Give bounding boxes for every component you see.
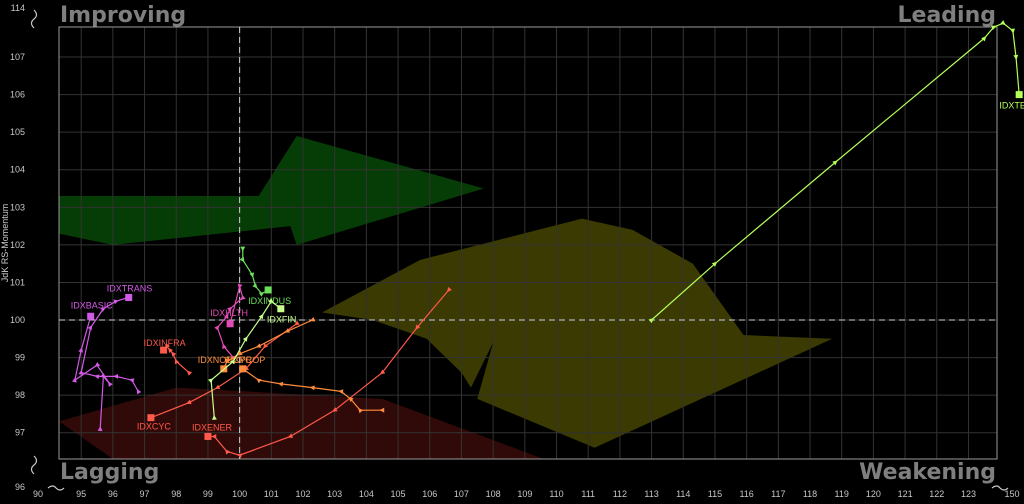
series-label: IDXFIN: [267, 315, 297, 325]
x-tick-label: 120: [866, 489, 881, 499]
series-head-marker: [1015, 91, 1023, 99]
x-tick-label: 122: [929, 489, 944, 499]
x-tick-label: 114: [676, 489, 690, 499]
x-tick-label: 113: [644, 489, 658, 499]
y-tick-label: 98: [15, 390, 25, 400]
x-tick-label: 90: [33, 489, 43, 499]
series-head-marker: [125, 293, 133, 301]
x-tick-label: 109: [517, 489, 532, 499]
series-label: IDXNONCYC: [198, 355, 253, 365]
x-tick-label: 104: [359, 489, 374, 499]
x-tick-label: 106: [422, 489, 437, 499]
series-head-marker: [264, 286, 272, 294]
x-tick-label: 123: [961, 489, 976, 499]
x-tick-label: 115: [708, 489, 722, 499]
x-tick-label: 97: [140, 489, 150, 499]
x-tick-label: 95: [76, 489, 86, 499]
x-tick-label: 100: [232, 489, 247, 499]
x-tick-label: 105: [391, 489, 406, 499]
x-tick-label: 99: [203, 489, 213, 499]
series-label: IDXENER: [192, 422, 233, 432]
y-tick-label: 106: [10, 90, 25, 100]
y-tick-label: 99: [15, 353, 25, 363]
x-tick-label: 121: [898, 489, 913, 499]
quadrant-improving: Improving: [60, 3, 186, 28]
x-tick-label: 101: [264, 489, 279, 499]
x-tick-label: 150: [1004, 489, 1019, 499]
quadrant-leading: Leading: [898, 3, 996, 28]
series-label: IDXTECH: [999, 101, 1024, 111]
y-tick-label: 102: [10, 240, 25, 250]
series-head-marker: [239, 365, 247, 373]
series-label: IDXHLTH: [210, 308, 248, 318]
y-tick-label: 96: [15, 482, 25, 492]
x-tick-label: 103: [327, 489, 342, 499]
series-head-marker: [226, 320, 234, 328]
y-axis-label: JdK RS-Momentum: [0, 204, 10, 283]
x-tick-label: 112: [613, 489, 627, 499]
x-tick-label: 96: [108, 489, 118, 499]
series-head-marker: [87, 312, 95, 320]
x-tick-label: 117: [771, 489, 785, 499]
x-tick-label: 98: [171, 489, 181, 499]
series-label: IDXINFRA: [144, 338, 186, 348]
x-tick-label: 118: [803, 489, 817, 499]
x-tick-label: 108: [486, 489, 501, 499]
series-head-marker: [277, 305, 285, 313]
series-head-marker: [147, 414, 155, 422]
quadrant-lagging: Lagging: [60, 460, 159, 485]
x-tick-label: 116: [739, 489, 753, 499]
y-tick-label: 107: [10, 52, 25, 62]
y-tick-label: 97: [15, 428, 25, 438]
x-tick-label: 111: [581, 489, 595, 499]
series-label: IDXBASIC: [71, 300, 114, 310]
y-tick-label: 101: [10, 277, 25, 287]
series-label: IDXCYC: [137, 422, 172, 432]
x-tick-label: 119: [835, 489, 849, 499]
y-tick-label: 114: [11, 3, 25, 13]
y-tick-label: 104: [10, 165, 25, 175]
series-head-marker: [204, 432, 212, 440]
y-tick-label: 103: [10, 202, 25, 212]
series-label: IDXTRANS: [107, 283, 153, 293]
y-tick-label: 100: [10, 315, 25, 325]
x-tick-label: 107: [454, 489, 469, 499]
quadrant-weakening: Weakening: [859, 460, 996, 485]
y-tick-label: 105: [10, 127, 25, 137]
x-axis-ticks: 90 95 96 97 98 99 100 101 102 103 104 105 106 107 108 1…: [33, 489, 1020, 499]
rrg-chart: Improving Leading Lagging Weakening JdK …: [0, 0, 1024, 504]
x-tick-label: 110: [549, 489, 563, 499]
x-tick-label: 102: [295, 489, 310, 499]
